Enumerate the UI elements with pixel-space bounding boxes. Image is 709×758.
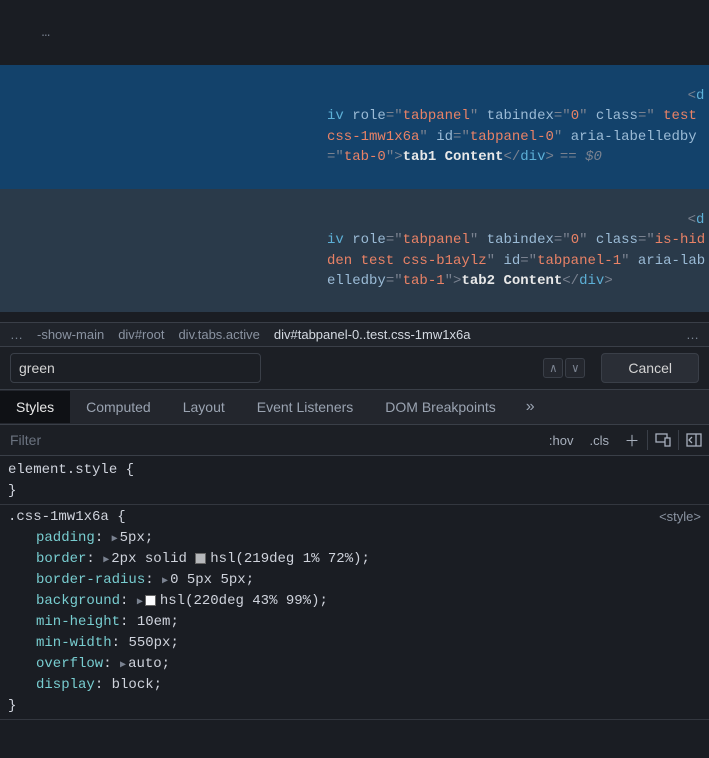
selected-indicator: == $0 <box>560 149 602 165</box>
plus-icon: ＋ <box>624 430 639 451</box>
tab-computed[interactable]: Computed <box>70 391 167 423</box>
breadcrumb-item-active[interactable]: div#tabpanel-0..test.css-1mw1x6a <box>274 327 471 342</box>
styles-filter-bar: :hov .cls ＋ <box>0 425 709 456</box>
panel-icon <box>686 433 702 447</box>
tab-dom-breakpoints[interactable]: DOM Breakpoints <box>369 391 511 423</box>
dom-close-div-inner[interactable]: </div> <box>0 312 709 322</box>
search-bar: ∧ ∨ Cancel <box>0 347 709 390</box>
breadcrumb-item[interactable]: -show-main <box>37 327 104 342</box>
decl-padding[interactable]: padding: ▶5px; <box>8 528 701 549</box>
expand-arrow-icon[interactable]: ▶ <box>103 553 109 568</box>
dom-node-tabpanel-0[interactable]: <div role="tabpanel" tabindex="0" class=… <box>0 65 709 189</box>
breadcrumb-item[interactable]: div#root <box>118 327 164 342</box>
chevron-up-icon: ∧ <box>550 361 557 376</box>
rule-css-1mw1x6a[interactable]: <style> .css-1mw1x6a { padding: ▶5px; bo… <box>8 507 701 717</box>
decl-overflow[interactable]: overflow: ▶auto; <box>8 654 701 675</box>
dom-node-tabpanel-1[interactable]: <div role="tabpanel" tabindex="0" class=… <box>0 189 709 313</box>
decl-min-width[interactable]: min-width: 550px; <box>8 633 701 654</box>
toggle-sidebar-button[interactable] <box>679 433 709 447</box>
expand-arrow-icon[interactable]: ▶ <box>162 574 168 589</box>
breadcrumb: … -show-main div#root div.tabs.active di… <box>0 322 709 347</box>
cancel-button[interactable]: Cancel <box>601 353 699 383</box>
hov-button[interactable]: :hov <box>541 427 582 454</box>
tab-layout[interactable]: Layout <box>167 391 241 423</box>
device-icon <box>655 433 671 447</box>
decl-background[interactable]: background: ▶hsl(220deg 43% 99%); <box>8 591 701 612</box>
stylesheet-source-link[interactable]: <style> <box>659 507 701 527</box>
ellipsis-icon: … <box>38 25 51 41</box>
styles-tabstrip: Styles Computed Layout Event Listeners D… <box>0 390 709 425</box>
new-style-rule-button[interactable]: ＋ <box>617 430 647 451</box>
dom-tree: … <div role="tabpanel" tabindex="0" clas… <box>0 0 709 322</box>
search-prev-button[interactable]: ∧ <box>543 358 563 378</box>
color-swatch[interactable] <box>195 553 206 564</box>
decl-border[interactable]: border: ▶2px solid hsl(219deg 1% 72%); <box>8 549 701 570</box>
decl-display[interactable]: display: block; <box>8 675 701 696</box>
breadcrumb-overflow-left[interactable]: … <box>10 327 23 342</box>
cls-button[interactable]: .cls <box>582 427 618 454</box>
search-input[interactable] <box>10 353 261 383</box>
expand-arrow-icon[interactable]: ▶ <box>120 658 126 673</box>
chevron-down-icon: ∨ <box>572 361 579 376</box>
breadcrumb-item[interactable]: div.tabs.active <box>178 327 259 342</box>
breadcrumb-overflow-right[interactable]: … <box>686 327 699 342</box>
expand-arrow-icon[interactable]: ▶ <box>137 595 143 610</box>
decl-border-radius[interactable]: border-radius: ▶0 5px 5px; <box>8 570 701 591</box>
color-swatch[interactable] <box>145 595 156 606</box>
expand-arrow-icon[interactable]: ▶ <box>112 532 118 547</box>
tab-styles[interactable]: Styles <box>0 391 70 423</box>
styles-filter-input[interactable] <box>0 425 541 455</box>
device-mode-button[interactable] <box>648 433 678 447</box>
chevron-double-right-icon: » <box>526 398 535 415</box>
styles-panel: element.style { } <style> .css-1mw1x6a {… <box>0 456 709 726</box>
rule-element-style[interactable]: element.style { } <box>8 460 701 502</box>
decl-min-height[interactable]: min-height: 10em; <box>8 612 701 633</box>
search-next-button[interactable]: ∨ <box>565 358 585 378</box>
tab-event-listeners[interactable]: Event Listeners <box>241 391 370 423</box>
tabs-overflow-button[interactable]: » <box>512 390 549 424</box>
